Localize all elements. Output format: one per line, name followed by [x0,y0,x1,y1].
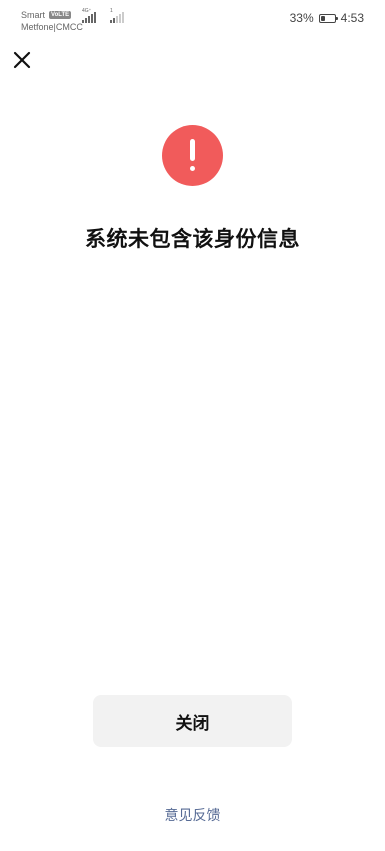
status-bar: Smart VoLTE Metfone|CMCC 4G⁺ 1 33% 4:53 [0,0,385,36]
network-type-label: 4G⁺ [82,8,92,14]
volte-badge: VoLTE [49,11,72,19]
sim2-tag: 1 [110,8,113,14]
exclamation-circle-icon [162,125,223,186]
close-button[interactable]: 关闭 [93,695,292,747]
signal-icon-sim1: 4G⁺ [82,8,96,23]
close-icon[interactable] [10,48,34,72]
status-right: 33% 4:53 [290,11,364,25]
error-message: 系统未包含该身份信息 [85,227,300,251]
feedback-link[interactable]: 意见反馈 [0,805,385,825]
carrier-name-2: Metfone|CMCC [21,22,83,32]
exclamation-dot [190,166,195,171]
battery-percent: 33% [289,11,314,25]
battery-icon [318,13,338,23]
signal-icon-sim2: 1 [110,8,124,23]
clock-time: 4:53 [340,11,364,25]
signal-indicators: 4G⁺ 1 [82,8,124,23]
battery-fill [320,15,325,21]
exclamation-stem [190,139,195,161]
carrier-info: Smart VoLTE Metfone|CMCC [21,9,83,33]
carrier-name-1: Smart [21,10,46,20]
